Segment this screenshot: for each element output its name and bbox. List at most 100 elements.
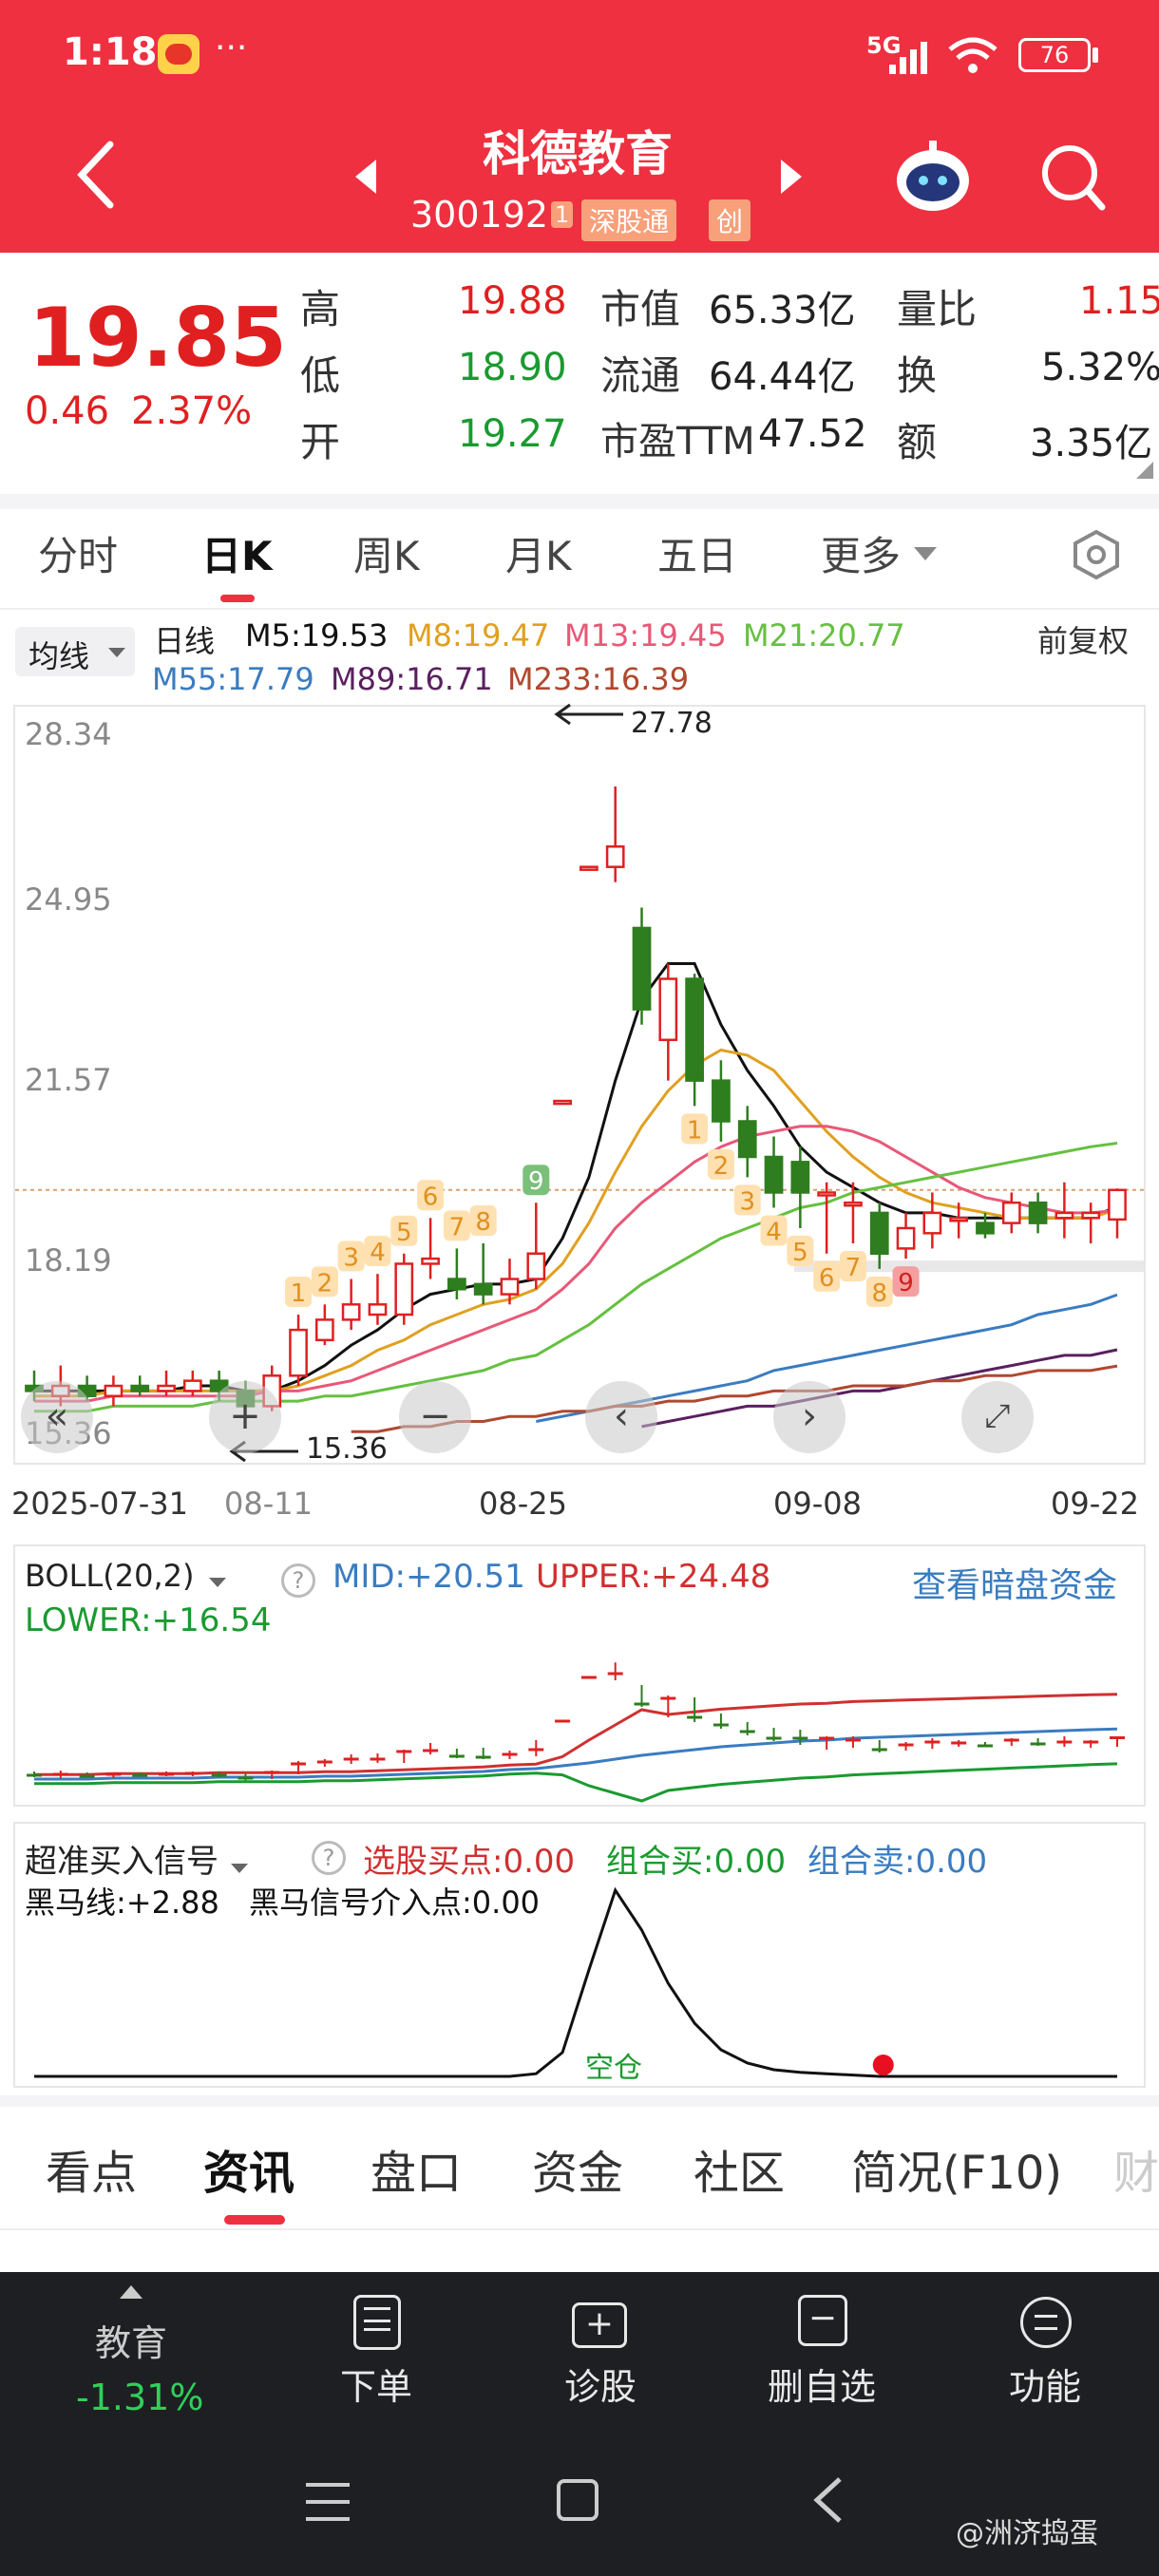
value-high: 19.88 [458,279,567,323]
zoom-in-button[interactable]: + [209,1381,281,1453]
scroll-right-button[interactable]: › [773,1381,846,1453]
boll-selector-label: BOLL(20,2) [25,1558,195,1594]
fullscreen-button[interactable]: ⤢ [961,1381,1034,1453]
tab-daily-k[interactable]: 日K [201,524,273,582]
candle-body [314,1318,334,1342]
settings-hexagon-icon[interactable] [1070,528,1123,581]
candle [790,1146,810,1228]
back-nav-icon[interactable] [811,2475,844,2525]
function-icon[interactable] [1020,2297,1072,2348]
signal-selector[interactable]: 超准买入信号 [25,1835,249,1882]
robot-assistant-icon[interactable] [893,139,973,215]
tab-monthly-k[interactable]: 月K [505,524,572,582]
candle-body [844,1201,863,1207]
ma-selector-label: 均线 [28,638,90,674]
status-time: 1:18 [63,30,158,74]
candle-body [104,1384,124,1397]
bottom-dock: 教育 -1.31% 下单 + 诊股 − 删自选 功能 @洲济捣蛋 [0,2272,1159,2576]
tab-community[interactable]: 社区 [694,2135,785,2202]
kline-svg: 1 23 4567 89123456 78 9 [15,786,1144,1433]
next-stock-icon[interactable] [779,158,804,196]
candle [314,1304,334,1346]
td-down-count-text: 1 [687,1116,703,1145]
chevron-down-icon [231,1863,249,1873]
zoom-out-button[interactable]: − [399,1381,471,1453]
tab-f10[interactable]: 简况(F10) [851,2135,1062,2202]
td-down-count-text: 5 [792,1239,808,1267]
candle [130,1375,150,1396]
td-up-count: 2 [311,1266,338,1297]
dock-diagnose[interactable]: 诊股 [564,2358,636,2410]
signal-darkhorse-line: 黑马线:+2.88 [25,1885,219,1921]
ma-selector[interactable]: 均线 [15,627,135,676]
candle [104,1375,124,1407]
prev-stock-icon[interactable] [353,158,378,196]
scroll-left-fast-button[interactable]: « [21,1381,93,1453]
candle [817,1182,837,1254]
expand-corner-icon[interactable] [1136,462,1153,479]
ma-legend-m55: M55:17.79 [152,661,314,697]
tab-capital[interactable]: 资金 [532,2135,623,2202]
tab-five-day[interactable]: 五日 [657,524,737,582]
td-up-count: 9 [522,1165,550,1196]
candle-body [1081,1211,1101,1220]
tab-highlights[interactable]: 看点 [46,2135,137,2202]
home-nav-icon[interactable] [557,2479,598,2521]
candle [869,1203,889,1269]
value-mkt-cap: 65.33亿 [709,289,856,332]
kline-chart[interactable]: 123456789123456789 [13,705,1146,1465]
candle [712,1060,731,1142]
tab-bottom-border [0,608,1159,610]
battery-icon: 76 [1018,38,1091,72]
candle [1108,1188,1127,1239]
candle-body [368,1303,388,1316]
order-icon[interactable] [353,2295,401,2350]
signal-stock-pick: 选股买点:0.00 [363,1843,576,1881]
tab-order-book[interactable]: 盘口 [370,2135,462,2202]
scroll-left-button[interactable]: ‹ [585,1381,657,1453]
td-down-count-text: 6 [819,1264,835,1293]
label-vol-ratio: 量比 [897,286,978,332]
tab-finance[interactable]: 财 [1113,2135,1159,2202]
signal-darkhorse-entry: 黑马信号介入点:0.00 [249,1885,541,1921]
chuang-badge: 创 [709,199,751,241]
dock-function[interactable]: 功能 [1009,2358,1081,2410]
candle-body [500,1278,520,1296]
td-down-count: 1 [681,1113,709,1145]
remove-watchlist-icon[interactable]: − [798,2295,847,2346]
dock-order[interactable]: 下单 [340,2358,412,2410]
boll-link-dark-pool[interactable]: 查看暗盘资金 [912,1558,1117,1607]
candle-body [341,1303,361,1321]
candle-body [685,977,704,1082]
td-up-count: 3 [337,1241,365,1273]
help-icon[interactable]: ? [281,1563,315,1598]
label-float-cap: 流通 [600,352,681,399]
tab-news[interactable]: 资讯 [203,2135,294,2202]
high-annotation: 27.78 [631,707,712,740]
search-icon[interactable] [1039,142,1108,213]
price-adjust-toggle[interactable]: 前复权 [1037,617,1129,661]
td-down-count: 9 [892,1266,920,1297]
tab-intraday[interactable]: 分时 [38,524,118,582]
low-annotation: 15.36 [306,1432,388,1466]
menu-nav-icon[interactable] [306,2483,350,2521]
dock-remove-watchlist[interactable]: 删自选 [768,2358,876,2410]
diagnose-icon[interactable]: + [572,2302,627,2348]
candle [580,865,598,871]
candle-body [712,1079,731,1123]
td-up-count-text: 9 [528,1167,544,1196]
tab-active-indicator [220,595,255,602]
help-icon[interactable]: ? [312,1841,346,1875]
candle-body [658,977,678,1042]
tab-weekly-k[interactable]: 周K [353,524,420,582]
sector-name[interactable]: 教育 [95,2314,167,2366]
tab-more[interactable]: 更多 [821,524,901,582]
candle-body [447,1278,466,1291]
section-divider [0,494,1159,509]
boll-selector[interactable]: BOLL(20,2) [25,1558,226,1594]
back-icon[interactable] [74,139,116,211]
current-price: 19.85 [28,291,288,386]
ma-legend-m89: M89:16.71 [331,661,493,697]
code-mark-badge: 1 [551,201,574,228]
td-up-count: 8 [469,1205,497,1237]
